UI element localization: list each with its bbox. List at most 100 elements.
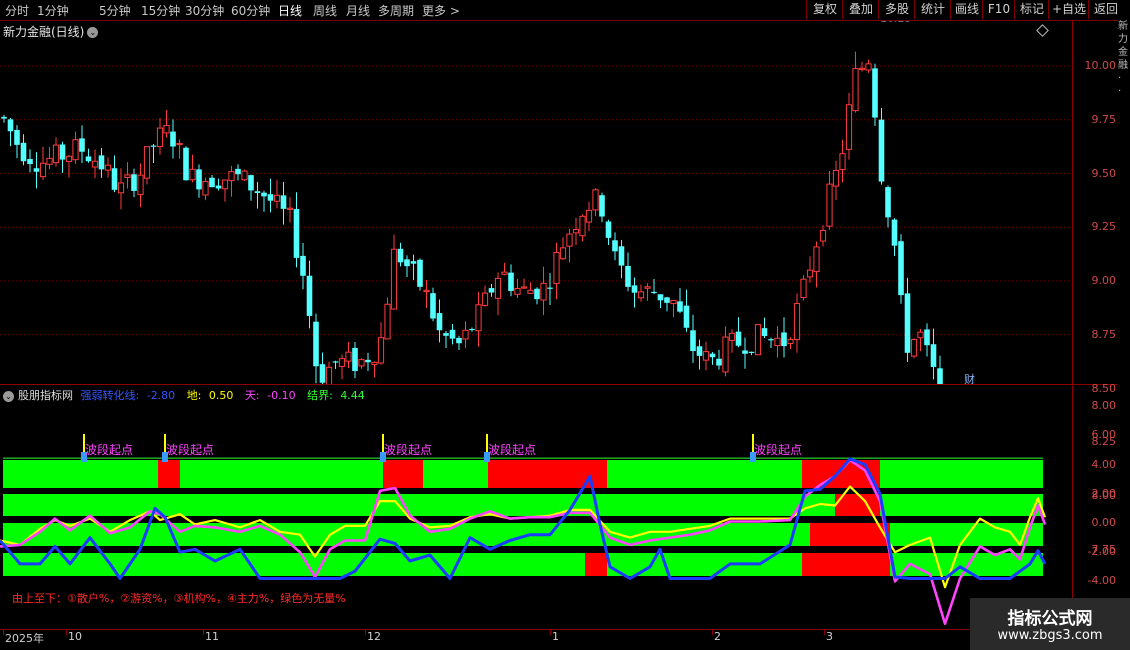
candle-body-up (494, 277, 502, 299)
candle-body-up (65, 155, 73, 163)
period-tab-monthly[interactable]: 月线 (346, 2, 370, 19)
candle-body-down (878, 119, 885, 182)
candle-body-up (377, 337, 385, 364)
candle-body-up (163, 124, 170, 134)
candle-body-up (371, 361, 378, 365)
period-tab-60min[interactable]: 60分钟 (231, 2, 270, 19)
indicator-tick-label: 0.00 (1091, 516, 1117, 529)
candle-body-down (443, 333, 449, 336)
candle-body-up (865, 63, 872, 71)
back-button[interactable]: 返回 (1088, 0, 1123, 19)
watermark: 指标公式网 www.zbgs3.com (970, 598, 1130, 650)
candle-body-down (449, 329, 456, 339)
indicator-note: 由上至下：①散户%，②游资%，③机构%，④主力%，绿色为无量% (12, 592, 346, 605)
candlestick-chart[interactable]: 10.237.20财 (0, 21, 1072, 384)
date-tick-label: 12 (367, 630, 381, 643)
period-tab-fenshi[interactable]: 分时 (5, 2, 29, 19)
candle-body-down (20, 142, 27, 162)
candle-body-down (748, 351, 755, 353)
volume-band-red (383, 460, 423, 488)
date-tick (66, 630, 67, 635)
candle-body-down (761, 328, 768, 336)
candle-body-down (300, 255, 306, 276)
candle-body-up (475, 304, 482, 332)
fuquan-button[interactable]: 复权 (806, 0, 843, 19)
period-tab-daily[interactable]: 日线 (278, 2, 302, 19)
candle-body-down (547, 287, 553, 289)
candle-body-up (579, 215, 586, 237)
candle-body-up (325, 366, 333, 384)
candle-body-down (631, 285, 638, 293)
candle-body-down (79, 138, 85, 152)
candle-body-down (625, 265, 631, 287)
candle-body-down (196, 169, 202, 190)
mark-button[interactable]: 标记 (1014, 0, 1049, 19)
date-tick (824, 630, 825, 635)
draw-line-button[interactable]: 画线 (950, 0, 983, 19)
candle-body-up (481, 292, 489, 306)
candle-body-down (469, 328, 475, 331)
side-glyph: 融 (1118, 60, 1128, 71)
candle-body-up (514, 287, 521, 295)
candle-body-down (605, 221, 612, 238)
indicator-tick-label: 2.00 (1091, 486, 1117, 500)
candle-body-down (365, 359, 371, 363)
date-tick (3, 630, 4, 635)
f10-button[interactable]: F10 (982, 0, 1015, 19)
price-tick-label: 9.50 (1091, 166, 1117, 180)
candle-body-up (72, 139, 79, 161)
finance-badge: 财 (964, 372, 975, 384)
candle-body-down (85, 156, 92, 162)
candle-body-down (111, 168, 118, 190)
candle-body-down (781, 332, 787, 347)
overlay-button[interactable]: 叠加 (842, 0, 879, 19)
candle-body-down (313, 321, 319, 367)
period-tab-weekly[interactable]: 周线 (313, 2, 337, 19)
period-toolbar: 分时 1分钟 5分钟 15分钟 30分钟 60分钟 日线 周线 月线 多周期 更… (0, 0, 1130, 21)
candle-body-up (670, 299, 677, 305)
candle-body-down (1, 116, 7, 119)
add-watchlist-button[interactable]: +自选 (1048, 0, 1089, 19)
candle-body-down (410, 261, 417, 264)
candle-body-down (59, 144, 66, 160)
period-tab-15min[interactable]: 15分钟 (141, 2, 180, 19)
date-tick-label: 11 (205, 630, 219, 643)
candle-body-down (456, 337, 462, 344)
side-glyph: · (1118, 86, 1122, 97)
date-tick-label: 3 (826, 630, 833, 643)
candle-body-up (286, 207, 294, 210)
candle-body-down (599, 195, 605, 217)
date-tick (550, 630, 551, 635)
multi-stock-button[interactable]: 多股 (878, 0, 915, 19)
candle-body-down (98, 155, 105, 170)
period-tab-more[interactable]: 更多 > (422, 2, 460, 19)
candle-body-down (352, 347, 358, 371)
period-tab-multi[interactable]: 多周期 (378, 2, 414, 19)
period-tab-5min[interactable]: 5分钟 (99, 2, 131, 19)
candle-body-down (891, 219, 898, 246)
candle-body-down (306, 275, 313, 316)
candle-body-up (592, 189, 599, 211)
candle-body-down (332, 361, 339, 363)
candle-body-up (228, 171, 235, 182)
candle-body-down (872, 68, 878, 118)
period-tab-1min[interactable]: 1分钟 (37, 2, 69, 19)
candle-body-down (280, 195, 287, 209)
candle-body-down (768, 339, 774, 341)
candle-body-up (143, 146, 151, 179)
candle-body-up (527, 289, 534, 294)
date-tick (365, 630, 366, 635)
candle-body-up (702, 351, 710, 361)
candle-body-up (787, 339, 794, 344)
candle-body-down (131, 174, 137, 191)
candle-body-down (150, 145, 157, 147)
candle-body-up (52, 144, 60, 164)
period-tab-30min[interactable]: 30分钟 (185, 2, 224, 19)
price-tick-label: 9.00 (1091, 274, 1117, 287)
candle-body-up (722, 336, 729, 373)
candle-body-down (612, 240, 618, 252)
candle-body-down (488, 288, 495, 293)
stats-button[interactable]: 统计 (914, 0, 951, 19)
candle-body-down (735, 331, 742, 346)
candle-body-down (436, 313, 443, 331)
